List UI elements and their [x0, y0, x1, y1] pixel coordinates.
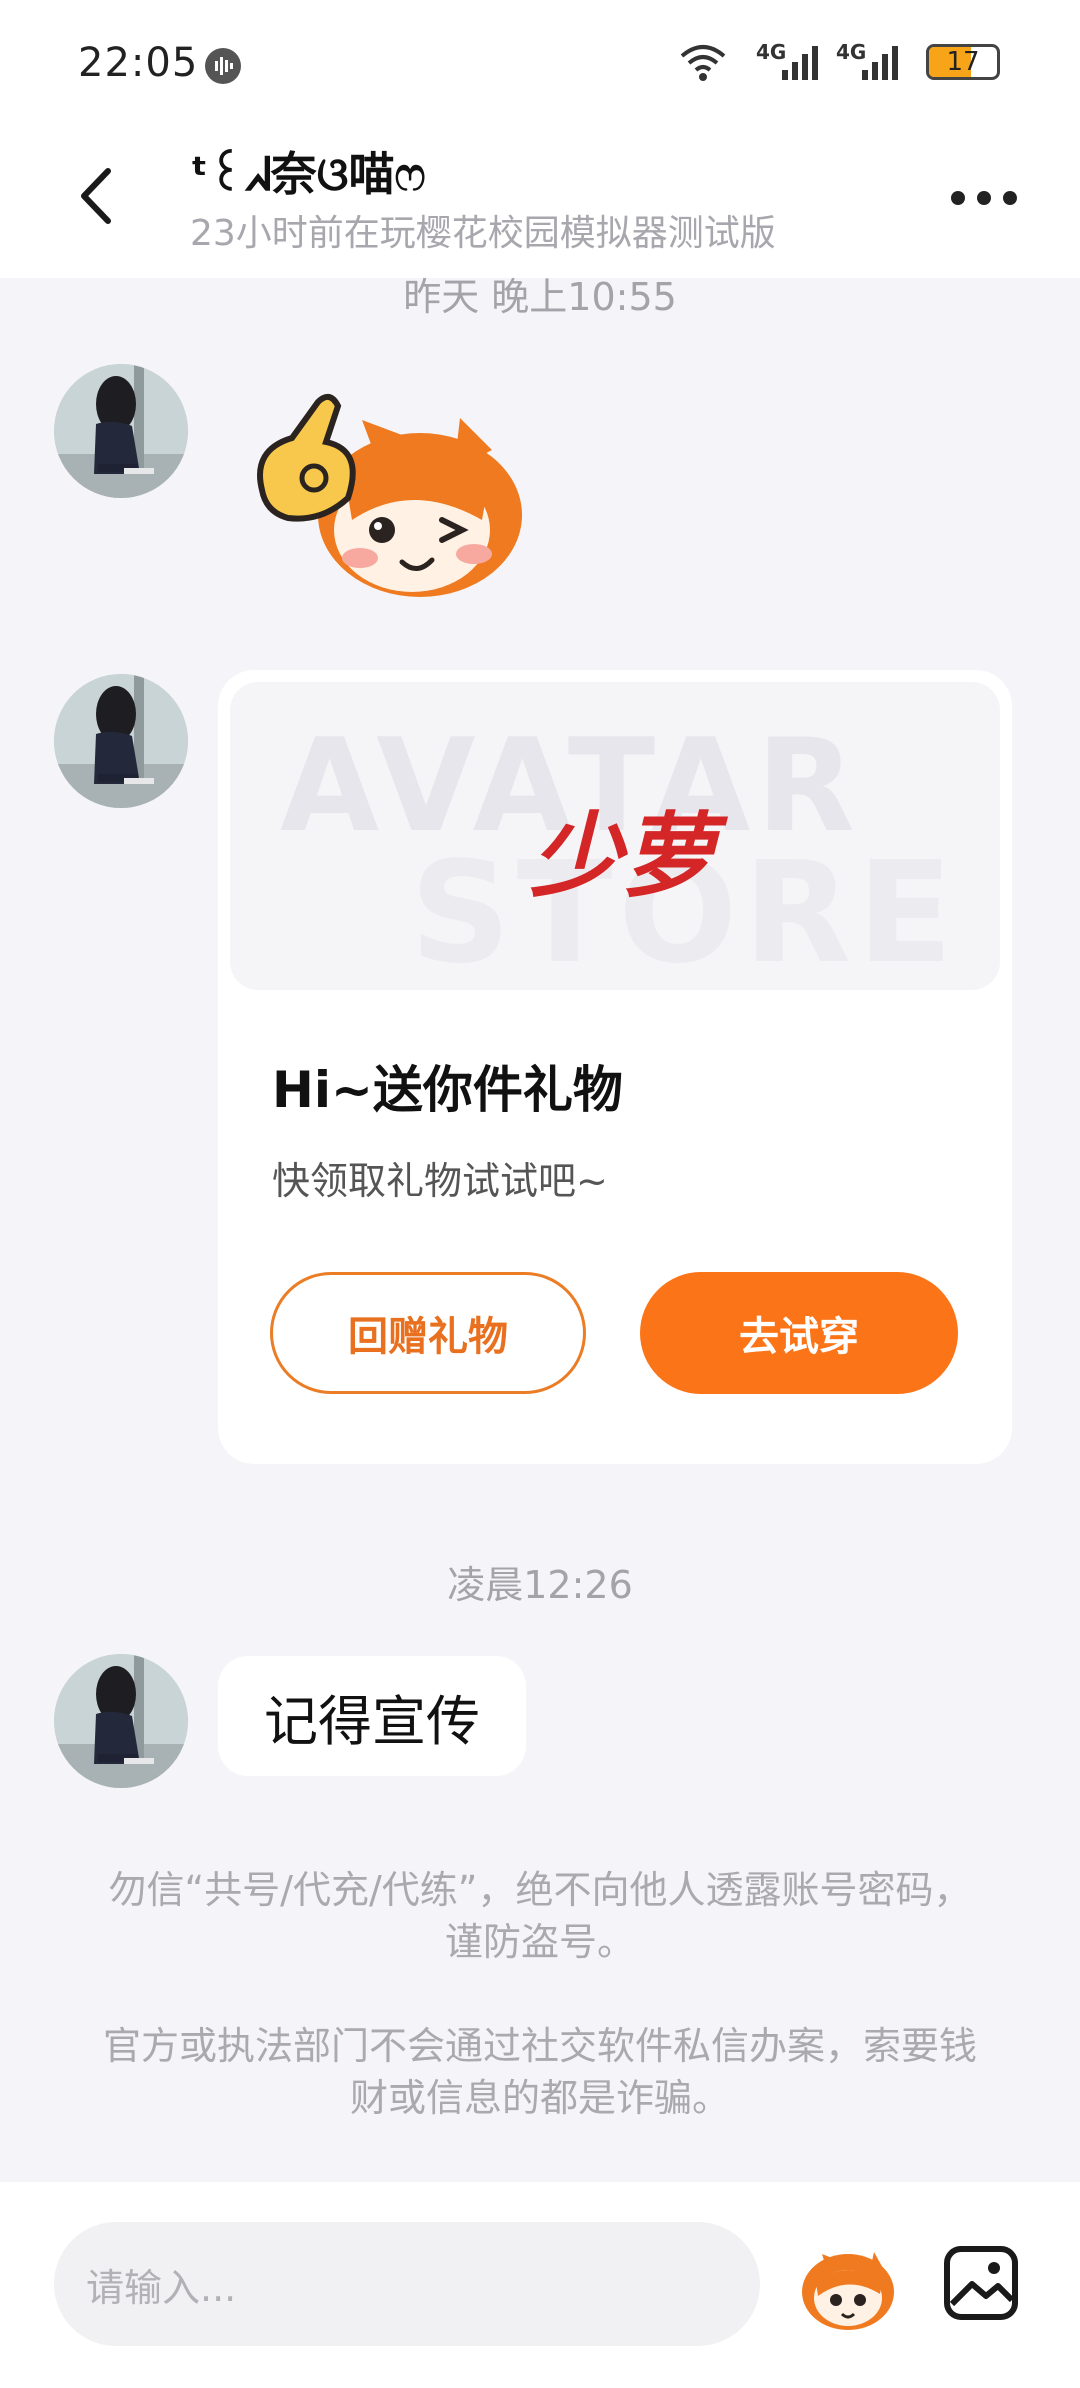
gift-card[interactable]: AVATAR STORE 少萝 Hi~送你件礼物 快领取礼物试试吧~ 回赠礼物 … [218, 670, 1012, 1464]
back-button[interactable] [66, 158, 126, 234]
input-bar: 请输入... [0, 2182, 1080, 2388]
gift-banner: AVATAR STORE 少萝 [230, 682, 1000, 990]
try-on-button[interactable]: 去试穿 [640, 1272, 958, 1394]
status-bar: 22:05 4G 4G 17 [0, 0, 1080, 128]
status-time: 22:05 [78, 40, 199, 86]
gift-title: Hi~送你件礼物 [272, 1061, 623, 1119]
sticker-image[interactable] [252, 380, 552, 610]
chat-title[interactable]: ᵗ꒰ᖽ奈ଓ喵ෆ [190, 138, 426, 204]
timestamp: 凌晨12:26 [447, 1563, 633, 1607]
more-button[interactable] [944, 178, 1024, 218]
sticker-face-icon [802, 2252, 894, 2330]
emoji-button[interactable] [796, 2234, 900, 2334]
more-dots-icon [977, 191, 991, 205]
return-gift-button[interactable]: 回赠礼物 [270, 1272, 586, 1394]
gift-subtitle: 快领取礼物试试吧~ [272, 1159, 608, 1203]
chat-subtitle: 23小时前在玩樱花校园模拟器测试版 [190, 213, 776, 254]
more-dots-icon [1003, 191, 1017, 205]
avatar[interactable] [54, 674, 188, 808]
avatar[interactable] [54, 364, 188, 498]
gift-logo: 少萝 [530, 802, 715, 910]
voice-recorder-icon [205, 48, 241, 84]
more-dots-icon [951, 191, 965, 205]
timestamp: 昨天 晚上10:55 [403, 275, 677, 319]
security-notice: 勿信“共号/代充/代练”，绝不向他人透露账号密码，谨防盗号。 [108, 1868, 972, 1964]
image-icon [944, 2246, 1018, 2320]
message-input[interactable]: 请输入... [54, 2222, 760, 2346]
avatar[interactable] [54, 1654, 188, 1788]
battery-level: 17 [946, 47, 980, 77]
battery-icon: 17 [926, 44, 1000, 80]
chat-header: ᵗ꒰ᖽ奈ଓ喵ෆ 23小时前在玩樱花校园模拟器测试版 [0, 128, 1080, 278]
wifi-icon [680, 45, 726, 81]
fraud-notice: 官方或执法部门不会通过社交软件私信办案，索要钱财或信息的都是诈骗。 [102, 2024, 977, 2120]
chevron-left-icon [81, 168, 111, 224]
image-button[interactable] [942, 2244, 1020, 2322]
message-bubble[interactable]: 记得宣传 [218, 1656, 526, 1776]
